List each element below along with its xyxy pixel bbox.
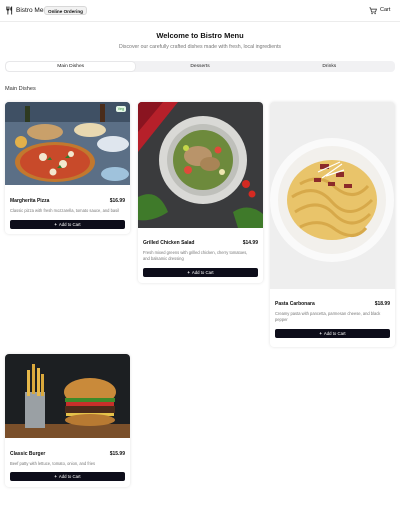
dish-description-line-2: and balsamic dressing — [143, 256, 184, 261]
dish-card-pasta-carbonara: Pasta Carbonara $18.99 Creamy pasta with… — [270, 102, 395, 347]
cart-label: Cart — [380, 7, 391, 13]
plus-icon: + — [54, 474, 57, 479]
pasta-photo — [270, 102, 395, 289]
tab-desserts[interactable]: Desserts — [135, 62, 264, 71]
dish-description: Beef patty with lettuce, tomato, onion, … — [10, 461, 96, 466]
add-to-cart-button[interactable]: + Add to Cart — [143, 268, 258, 277]
cart-button[interactable]: Cart — [369, 5, 390, 16]
category-tabs: Main Dishes Desserts Drinks — [5, 61, 395, 72]
add-to-cart-label: Add to Cart — [323, 331, 346, 336]
dish-card-classic-burger: Classic Burger $15.99 Beef patty with le… — [5, 354, 130, 487]
online-ordering-badge: Online Ordering — [44, 6, 87, 15]
salad-photo — [138, 102, 263, 228]
add-to-cart-label: Add to Cart — [58, 474, 81, 479]
dish-price: $16.99 — [109, 198, 125, 204]
dish-description-line-2: pepper — [275, 317, 288, 322]
plus-icon: + — [54, 222, 57, 227]
tab-main-dishes[interactable]: Main Dishes — [6, 62, 136, 71]
dish-price: $18.99 — [374, 301, 390, 307]
tab-drinks[interactable]: Drinks — [265, 62, 394, 71]
dish-card-margherita-pizza: Veg Margherita Pizza $16.99 Classic pizz… — [5, 102, 130, 234]
plus-icon: + — [319, 331, 322, 336]
section-title: Main Dishes — [5, 86, 36, 92]
veg-badge: Veg — [115, 106, 126, 112]
dish-price: $15.99 — [109, 451, 125, 457]
dish-price: $14.99 — [242, 240, 258, 246]
pizza-photo: Veg — [5, 102, 130, 185]
add-to-cart-label: Add to Cart — [58, 222, 81, 227]
add-to-cart-label: Add to Cart — [191, 270, 214, 275]
plus-icon: + — [187, 270, 190, 275]
app-header: Bistro Menu Online Ordering Cart — [0, 0, 400, 22]
dish-name: Classic Burger — [10, 451, 46, 457]
page-title: Welcome to Bistro Menu — [156, 31, 244, 40]
dish-name: Pasta Carbonara — [275, 301, 315, 307]
burger-photo — [5, 354, 130, 438]
dish-name: Margherita Pizza — [10, 198, 50, 204]
add-to-cart-button[interactable]: + Add to Cart — [275, 329, 390, 338]
add-to-cart-button[interactable]: + Add to Cart — [10, 220, 125, 229]
page-subtitle: Discover our carefully crafted dishes ma… — [118, 44, 282, 50]
dish-description: Classic pizza with fresh mozzarella, tom… — [10, 208, 119, 213]
add-to-cart-button[interactable]: + Add to Cart — [10, 472, 125, 481]
utensils-icon — [6, 6, 13, 15]
shopping-cart-icon — [369, 6, 377, 14]
dish-name: Grilled Chicken Salad — [143, 240, 195, 246]
dish-card-grilled-chicken-salad: Grilled Chicken Salad $14.99 Fresh mixed… — [138, 102, 263, 283]
